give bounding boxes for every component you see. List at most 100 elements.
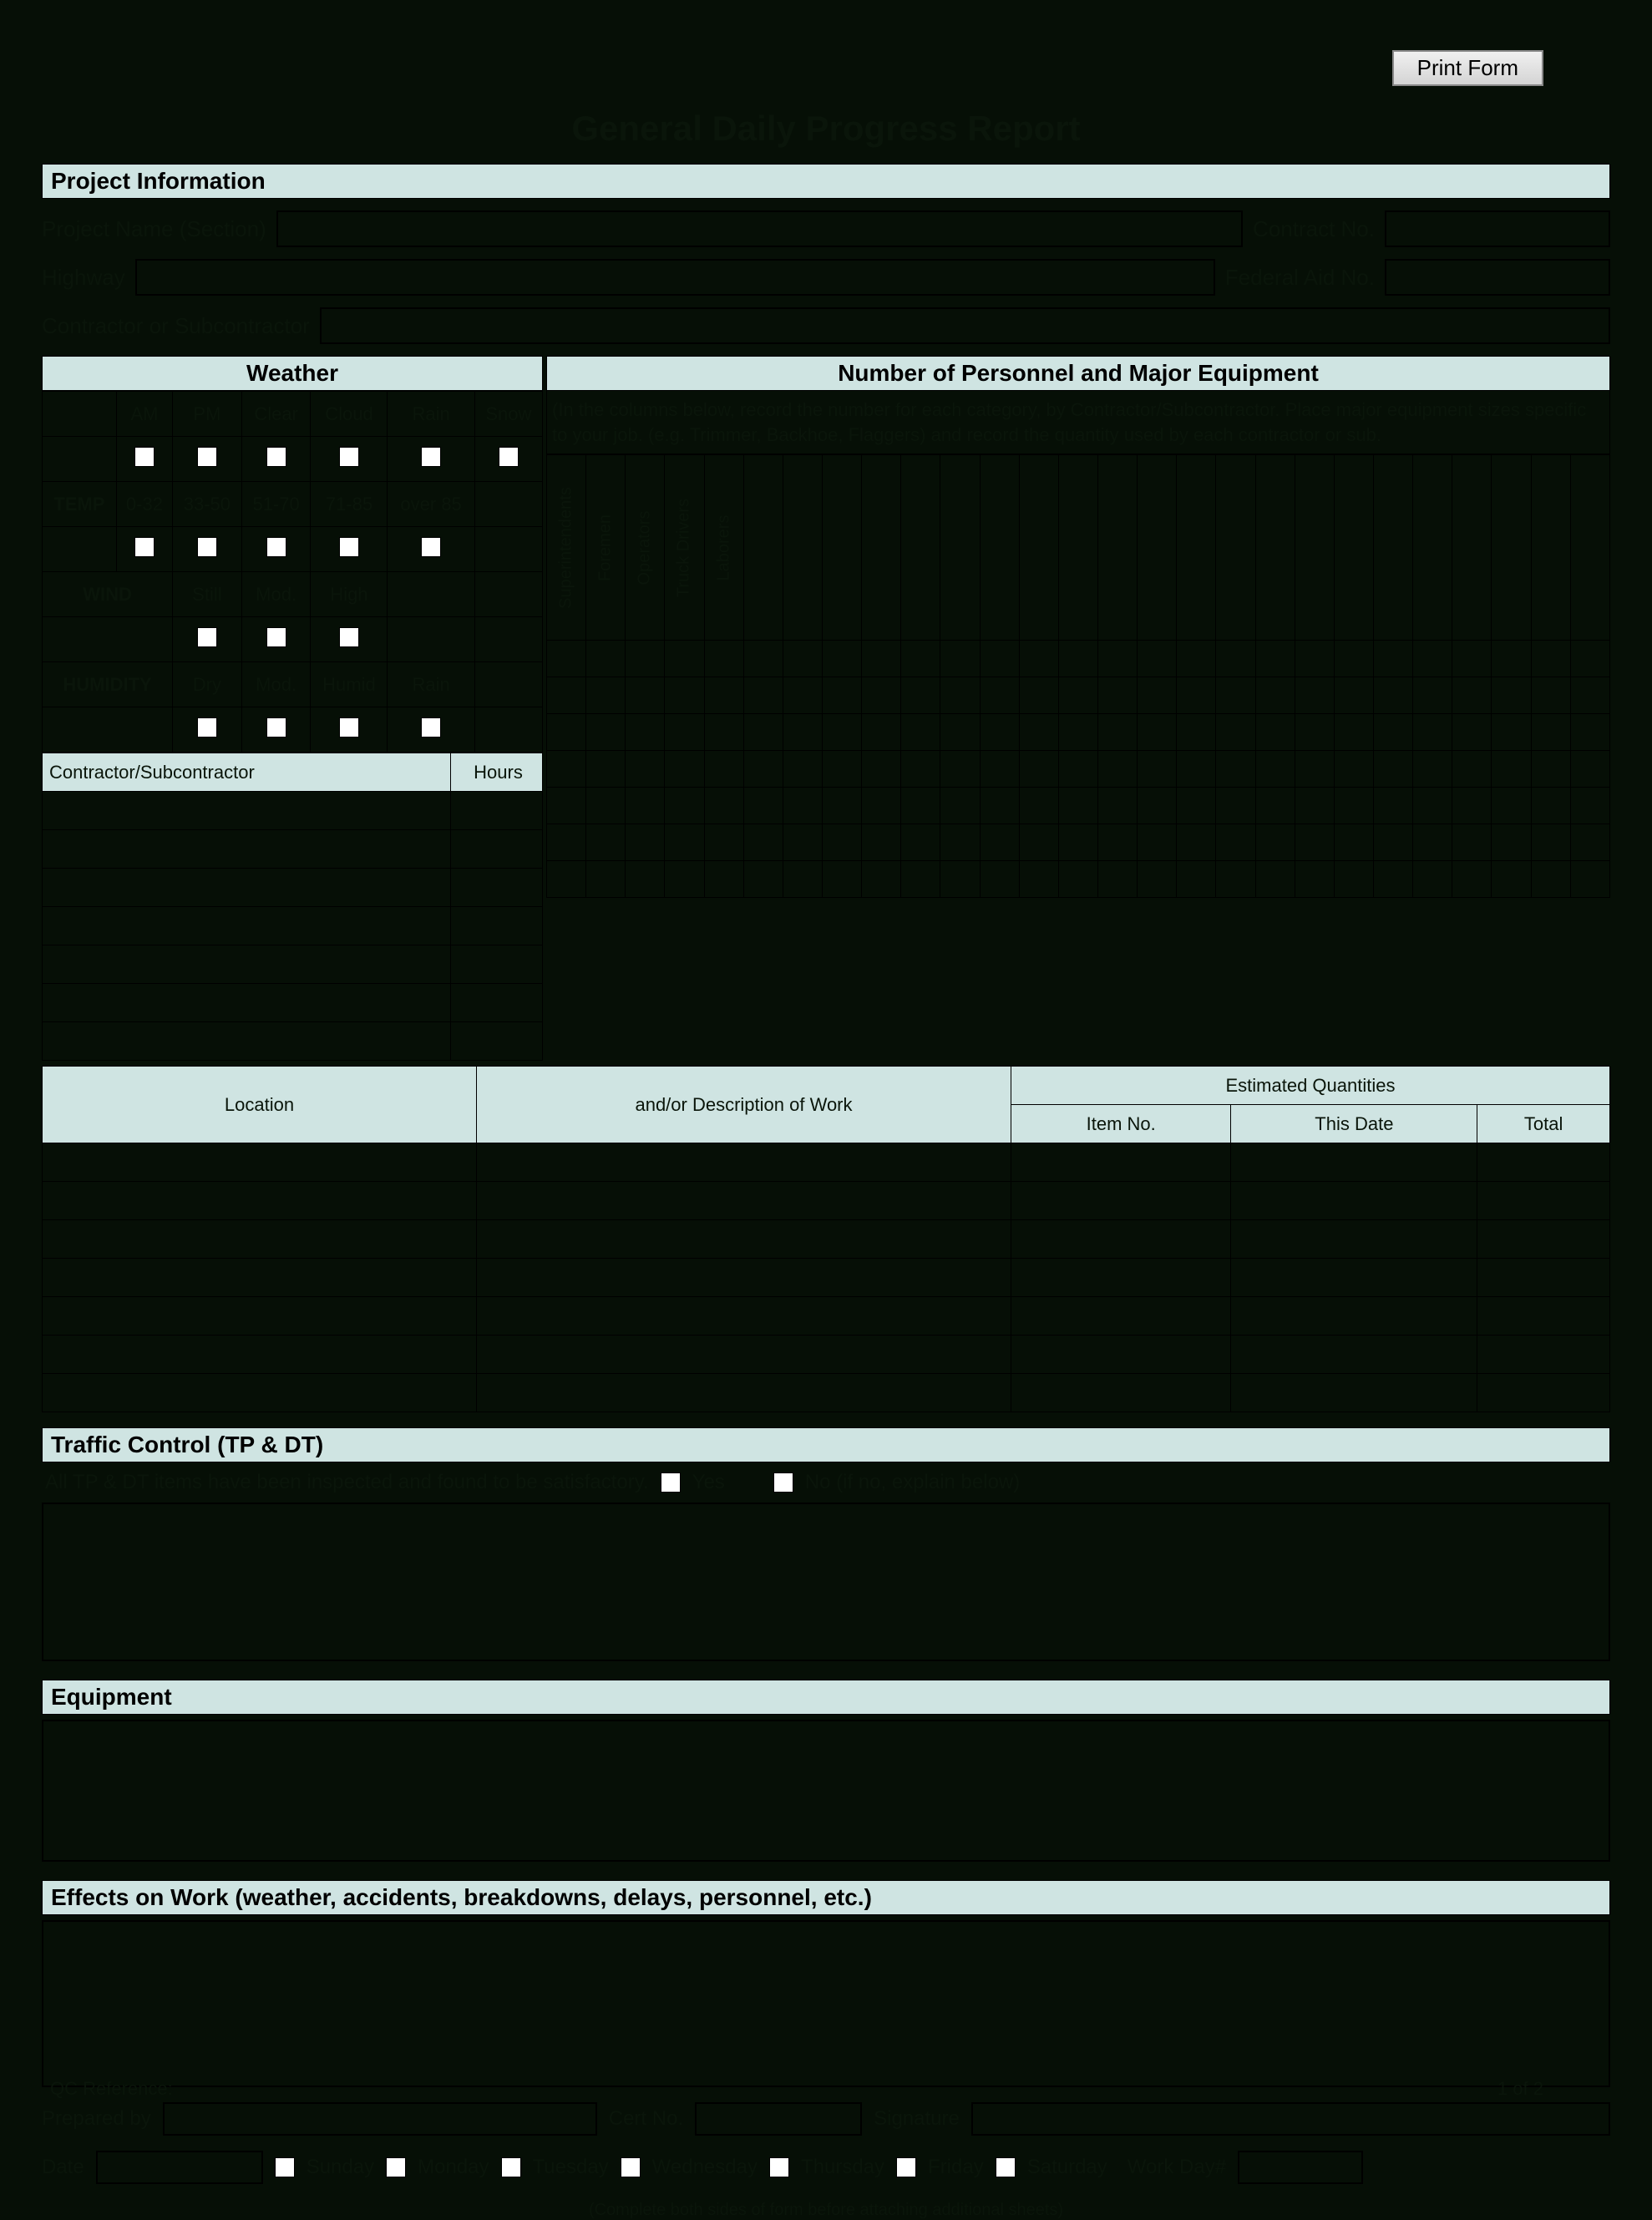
hum-humid: Humid [311,662,388,707]
input-federal-aid[interactable] [1385,259,1610,296]
cb-hum-0[interactable] [197,717,217,737]
label-cert: Cert No. [609,2107,683,2131]
hours-header: Hours [451,753,543,792]
cb-rain[interactable] [421,447,441,467]
cb-wind-2[interactable] [339,627,359,647]
vl-foremen: Foremen [596,514,616,581]
cs-row[interactable] [43,792,451,830]
vl-operators: Operators [636,510,655,585]
cs-row[interactable] [43,945,451,984]
cb-hum-1[interactable] [266,717,286,737]
cs-row[interactable] [43,907,451,945]
vl-super: Superintendents [557,487,576,609]
label-prepared: Prepared by [42,2107,151,2131]
input-cert[interactable] [695,2102,862,2136]
equipment-notes[interactable] [42,1720,1610,1862]
temp-0-32: 0-32 [116,482,172,527]
label-workday: Work Day# [1128,2156,1226,2179]
lbl-saturday: Saturday [1027,2156,1107,2179]
location-table: Location and/or Description of Work Esti… [42,1066,1610,1412]
cb-temp-2[interactable] [266,537,286,557]
temp-71-85: 71-85 [311,482,388,527]
hours-cell[interactable] [451,945,543,984]
hours-cell[interactable] [451,984,543,1022]
cb-cloud[interactable] [339,447,359,467]
cb-temp-1[interactable] [197,537,217,557]
cb-wind-1[interactable] [266,627,286,647]
print-form-button[interactable]: Print Form [1392,50,1543,86]
cb-friday[interactable] [896,2157,916,2177]
hours-cell[interactable] [451,1022,543,1061]
cb-temp-4[interactable] [421,537,441,557]
cb-temp-0[interactable] [134,537,155,557]
loc-header: Location [43,1067,477,1143]
est-header: Estimated Quantities [1011,1067,1610,1105]
temp-51-70: 51-70 [241,482,311,527]
effects-notes[interactable] [42,1920,1610,2087]
label-highway: Highway [42,265,125,291]
lbl-monday: Monday [418,2156,489,2179]
cs-row[interactable] [43,984,451,1022]
weather-col-snow: Snow [474,392,542,437]
cs-row[interactable] [43,1022,451,1061]
traffic-notes[interactable] [42,1503,1610,1661]
hum-dry: Dry [173,662,242,707]
cb-wednesday[interactable] [621,2157,641,2177]
contractor-hours-table: Contractor/Subcontractor Hours [42,753,543,1061]
cb-pm[interactable] [197,447,217,467]
footer-note: (Complete both sides of form before atta… [42,2201,1610,2220]
cb-tc-yes[interactable] [661,1472,681,1493]
cs-row[interactable] [43,869,451,907]
hum-rain: Rain [388,662,474,707]
cb-hum-3[interactable] [421,717,441,737]
label-contract-no: Contract No. [1253,216,1375,242]
cb-clear[interactable] [266,447,286,467]
cb-tuesday[interactable] [501,2157,521,2177]
cb-hum-2[interactable] [339,717,359,737]
weather-col-pm: PM [173,392,242,437]
input-highway[interactable] [135,259,1215,296]
cb-sunday[interactable] [275,2157,295,2177]
humidity-label: HUMIDITY [43,662,173,707]
personnel-table: Superintendents Foremen Operators Truck … [546,454,1610,898]
label-contractor: Contractor or Subcontractor [42,313,310,339]
label-federal-aid: Federal Aid No. [1225,265,1375,291]
cb-temp-3[interactable] [339,537,359,557]
input-date[interactable] [96,2151,263,2184]
hours-cell[interactable] [451,830,543,869]
input-contractor[interactable] [320,307,1610,344]
weather-col-cloud: Cloud [311,392,388,437]
hours-cell[interactable] [451,869,543,907]
page-title: General Daily Progress Report [42,109,1610,149]
lbl-thursday: Thursday [801,2156,884,2179]
cb-snow[interactable] [499,447,519,467]
weather-col-clear: Clear [241,392,311,437]
est-date: This Date [1231,1105,1477,1143]
vl-laborers: Laborers [714,514,733,580]
weather-col-am: AM [116,392,172,437]
input-workday[interactable] [1238,2151,1363,2184]
cb-thursday[interactable] [769,2157,789,2177]
section-traffic: Traffic Control (TP & DT) [42,1427,1610,1462]
lbl-wednesday: Wednesday [652,2156,758,2179]
cb-monday[interactable] [386,2157,406,2177]
input-contract-no[interactable] [1385,210,1610,247]
desc-header: and/or Description of Work [477,1067,1011,1143]
section-effects: Effects on Work (weather, accidents, bre… [42,1880,1610,1915]
cb-am[interactable] [134,447,155,467]
input-prepared[interactable] [163,2102,597,2136]
wind-label: WIND [43,572,173,617]
lbl-sunday: Sunday [307,2156,374,2179]
cs-row[interactable] [43,830,451,869]
input-sign[interactable] [971,2102,1610,2136]
temp-label: TEMP [43,482,117,527]
hours-cell[interactable] [451,792,543,830]
hours-cell[interactable] [451,907,543,945]
cb-wind-0[interactable] [197,627,217,647]
input-project-name[interactable] [276,210,1243,247]
temp-33-50: 33-50 [173,482,242,527]
cb-tc-no[interactable] [773,1472,793,1493]
cb-saturday[interactable] [996,2157,1016,2177]
wind-still: Still [173,572,242,617]
lbl-friday: Friday [928,2156,984,2179]
